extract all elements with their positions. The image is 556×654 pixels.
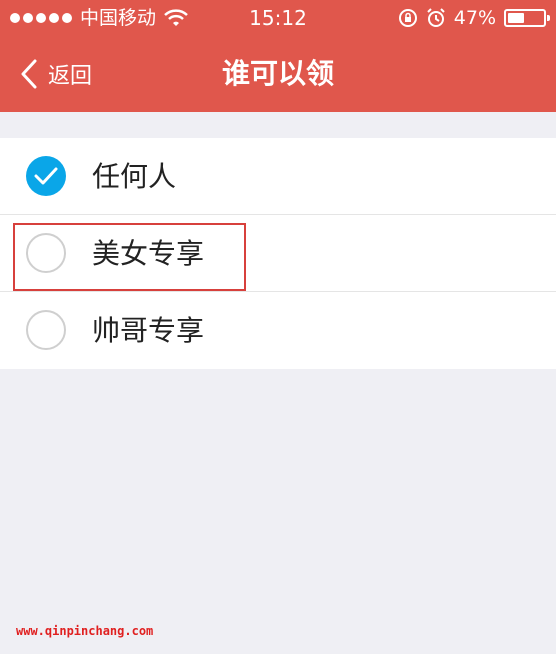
option-label: 帅哥专享 [92, 314, 205, 347]
chevron-left-icon [21, 59, 37, 89]
battery-percent: 47% [453, 7, 496, 29]
option-label: 美女专享 [92, 237, 205, 270]
option-list: 任何人 美女专享 帅哥专享 [0, 138, 556, 369]
option-label: 任何人 [92, 160, 177, 193]
status-right: 47% [398, 0, 550, 36]
alarm-icon [427, 8, 445, 27]
battery-fill [508, 13, 524, 23]
radio-unchecked-icon[interactable] [26, 233, 66, 273]
checkmark-icon [34, 167, 58, 185]
option-anyone[interactable]: 任何人 [0, 138, 556, 215]
battery-icon [504, 9, 550, 27]
header: 中国移动 15:12 47% 谁可以领 返回 [0, 0, 556, 112]
status-bar: 中国移动 15:12 47% [0, 0, 556, 36]
rotation-lock-icon [398, 9, 417, 27]
option-girls-only[interactable]: 美女专享 [0, 215, 556, 292]
option-guys-only[interactable]: 帅哥专享 [0, 292, 556, 369]
radio-unchecked-icon[interactable] [26, 310, 66, 350]
back-label: 返回 [48, 64, 93, 89]
radio-checked-icon[interactable] [26, 156, 66, 196]
back-button[interactable]: 返回 [20, 56, 92, 92]
nav-bar: 谁可以领 返回 [0, 36, 556, 112]
watermark: www.qinpinchang.com [16, 624, 154, 638]
